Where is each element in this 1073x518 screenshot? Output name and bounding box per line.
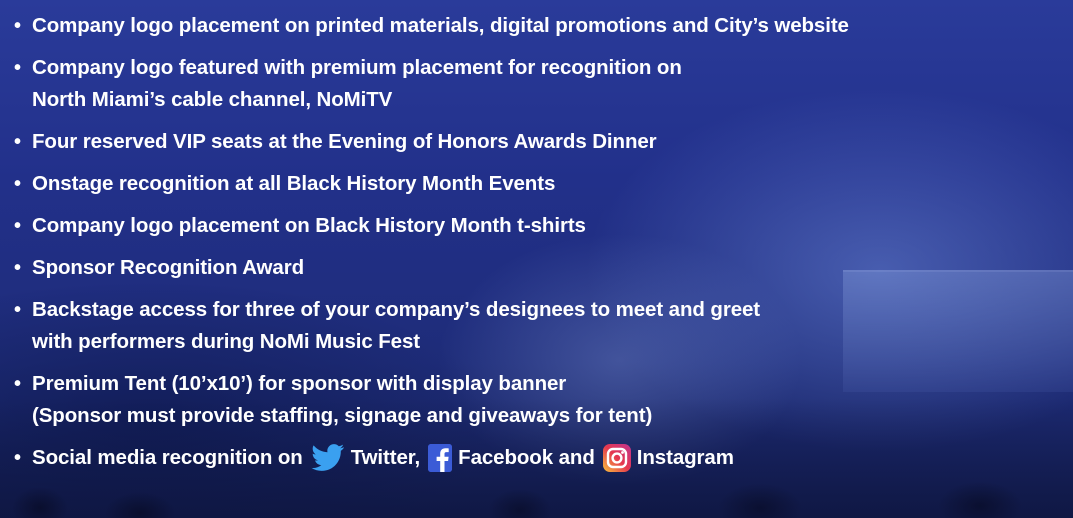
benefit-text-continued: North Miami’s cable channel, NoMiTV xyxy=(32,88,393,111)
benefit-text: Backstage access for three of your compa… xyxy=(32,298,761,321)
list-item: • Backstage access for three of your com… xyxy=(10,294,1070,358)
bullet: • xyxy=(14,15,21,37)
list-item: • Four reserved VIP seats at the Evening… xyxy=(10,126,1070,158)
instagram-label: Instagram xyxy=(636,446,734,469)
list-item: • Sponsor Recognition Award xyxy=(10,252,1070,284)
facebook-label: Facebook and xyxy=(458,446,595,469)
bullet: • xyxy=(14,299,21,321)
benefits-list: • Company logo placement on printed mate… xyxy=(10,10,1070,484)
list-item: • Onstage recognition at all Black Histo… xyxy=(10,168,1070,200)
bullet: • xyxy=(14,373,21,395)
list-item-social: • Social media recognition on Twitter, F… xyxy=(10,442,1070,474)
list-item: • Premium Tent (10’x10’) for sponsor wit… xyxy=(10,368,1070,432)
list-item: • Company logo featured with premium pla… xyxy=(10,52,1070,116)
benefit-text: Company logo placement on printed materi… xyxy=(32,14,849,37)
list-item: • Company logo placement on Black Histor… xyxy=(10,210,1070,242)
bullet: • xyxy=(14,257,21,279)
bullet: • xyxy=(14,173,21,195)
benefit-text: Company logo featured with premium place… xyxy=(32,56,682,79)
twitter-icon xyxy=(311,444,345,472)
facebook-icon xyxy=(428,444,453,472)
benefit-text: Premium Tent (10’x10’) for sponsor with … xyxy=(32,372,567,395)
bullet: • xyxy=(14,131,21,153)
twitter-label: Twitter, xyxy=(350,446,421,469)
benefit-text-continued: with performers during NoMi Music Fest xyxy=(32,330,421,353)
bullet: • xyxy=(14,215,21,237)
instagram-icon xyxy=(602,444,631,472)
benefit-text: Onstage recognition at all Black History… xyxy=(32,172,556,195)
list-item: • Company logo placement on printed mate… xyxy=(10,10,1070,42)
social-media-line: Social media recognition on Twitter, Fac… xyxy=(32,442,734,474)
benefit-text: Sponsor Recognition Award xyxy=(32,256,304,279)
social-prefix: Social media recognition on xyxy=(32,446,303,469)
benefit-text-continued: (Sponsor must provide staffing, signage … xyxy=(32,404,653,427)
benefit-text: Four reserved VIP seats at the Evening o… xyxy=(32,130,657,153)
bullet: • xyxy=(14,57,21,79)
benefit-text: Company logo placement on Black History … xyxy=(32,214,586,237)
bullet: • xyxy=(14,447,21,469)
